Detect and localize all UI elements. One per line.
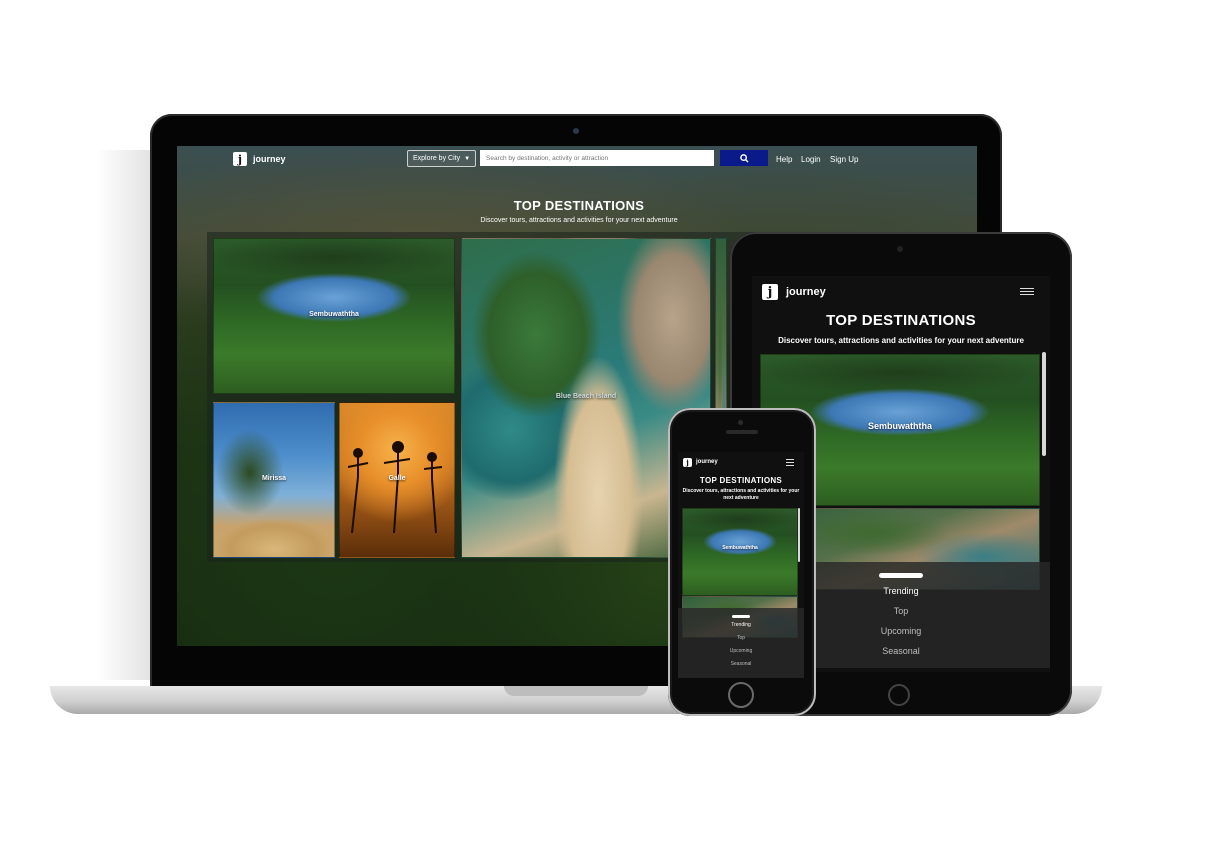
hamburger-line: [1020, 291, 1034, 292]
top-nav: j journey Explore by City ▼ Help Login S…: [177, 146, 977, 172]
destination-tile-sembuwaththa[interactable]: Sembuwaththa: [682, 508, 798, 596]
tablet-camera: [897, 246, 903, 252]
brand-name[interactable]: journey: [696, 459, 718, 465]
brand-logo-letter: j: [238, 152, 242, 166]
phone-camera: [738, 420, 743, 425]
stilt-fishermen-silhouette: [347, 441, 443, 534]
tablet-home-button[interactable]: [888, 684, 910, 706]
phone-home-button[interactable]: [728, 682, 754, 708]
brand-logo[interactable]: j: [762, 284, 778, 300]
phone-speaker: [726, 430, 758, 434]
brand-logo[interactable]: j: [233, 152, 247, 166]
nav-help-link[interactable]: Help: [776, 155, 792, 164]
destination-tile-galle[interactable]: Galle: [339, 402, 455, 558]
nav-login-link[interactable]: Login: [801, 155, 821, 164]
hero-title: TOP DESTINATIONS: [699, 476, 783, 485]
brand-logo[interactable]: j: [683, 458, 692, 467]
brand-name[interactable]: journey: [786, 286, 826, 298]
sheet-handle[interactable]: [879, 573, 923, 578]
hamburger-line: [786, 459, 794, 460]
destination-label: Sembuwaththa: [722, 545, 758, 551]
hero-subtitle: Discover tours, attractions and activiti…: [682, 488, 800, 501]
scrollbar[interactable]: [1042, 352, 1046, 456]
menu-item-seasonal[interactable]: Seasonal: [678, 661, 804, 667]
brand-logo-letter: j: [686, 458, 689, 467]
search-input[interactable]: [480, 150, 714, 166]
destination-label: Blue Beach Island: [555, 393, 617, 400]
explore-by-city-button[interactable]: Explore by City ▼: [407, 150, 477, 167]
destination-label: Mirissa: [261, 475, 287, 482]
laptop-camera: [573, 128, 579, 134]
menu-item-trending[interactable]: Trending: [678, 622, 804, 628]
scrollbar[interactable]: [798, 508, 800, 562]
brand-logo-letter: j: [767, 284, 773, 300]
destination-tile-mirissa[interactable]: Mirissa: [213, 402, 335, 558]
search-button[interactable]: [720, 150, 768, 166]
destination-label: Sembuwaththa: [309, 311, 359, 318]
hamburger-menu-icon[interactable]: [786, 457, 794, 468]
destination-tile-sembuwaththa[interactable]: Sembuwaththa: [213, 238, 455, 394]
menu-item-upcoming[interactable]: Upcoming: [678, 648, 804, 654]
sheet-handle[interactable]: [732, 615, 750, 618]
hamburger-line: [1020, 288, 1034, 289]
hero-title: TOP DESTINATIONS: [826, 312, 976, 329]
hero-title: TOP DESTINATIONS: [513, 198, 645, 213]
menu-item-top[interactable]: Top: [678, 635, 804, 641]
hamburger-menu-icon[interactable]: [1020, 286, 1034, 297]
hamburger-line: [1020, 294, 1034, 295]
phone-screen: j journey TOP DESTINATIONS Discover tour…: [678, 452, 804, 678]
laptop-notch: [504, 686, 648, 696]
destination-label: Galle: [388, 475, 406, 482]
laptop-shadow: [96, 150, 156, 680]
hamburger-line: [786, 465, 794, 466]
category-menu-sheet: Trending Top Upcoming Seasonal: [678, 608, 804, 678]
hero-subtitle: Discover tours, attractions and activiti…: [778, 336, 1024, 345]
brand-name[interactable]: journey: [253, 154, 286, 164]
caret-down-icon: ▼: [464, 155, 471, 162]
hamburger-line: [786, 462, 794, 463]
hero-subtitle: Discover tours, attractions and activiti…: [480, 217, 678, 224]
nav-signup-link[interactable]: Sign Up: [830, 155, 858, 164]
search-icon: [739, 153, 749, 163]
explore-by-city-label: Explore by City: [413, 155, 461, 162]
